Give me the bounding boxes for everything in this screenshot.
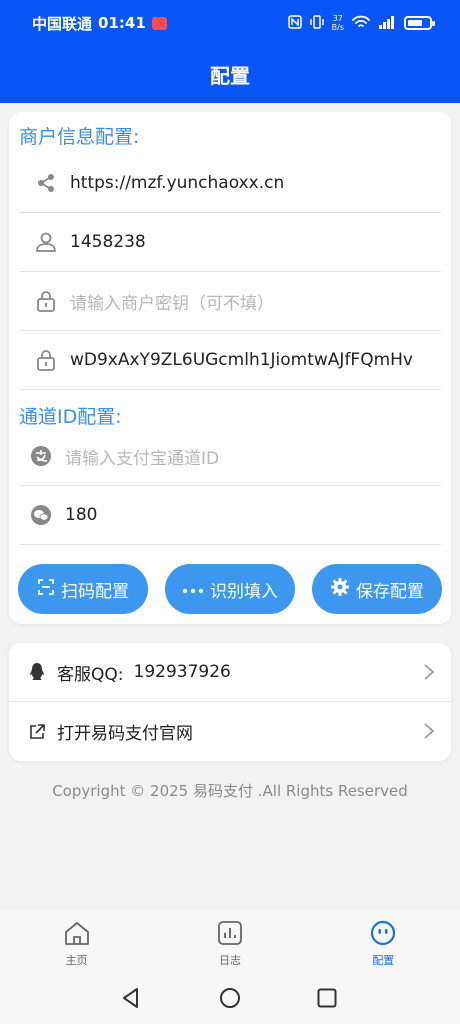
support-label: 客服QQ: — [57, 664, 124, 685]
merchant-key-placeholder[interactable]: 请输入商户密钥（可不填） — [70, 289, 274, 314]
external-link-icon — [26, 721, 48, 743]
secret-field[interactable]: wD9xAxY9ZL6UGcmlh1JiomtwAJfFQmHv — [19, 331, 441, 390]
merchant-id-field[interactable]: 1458238 — [19, 213, 441, 272]
scan-config-label: 扫码配置 — [61, 581, 129, 602]
tab-log-label: 日志 — [218, 954, 241, 967]
bar-chart-icon — [217, 920, 243, 949]
network-speed: 37 B/s — [331, 14, 344, 32]
gear-icon — [330, 577, 350, 602]
status-bar: 中国联通 01:41 37 B/s — [32, 12, 435, 34]
home-icon — [63, 920, 91, 949]
scan-config-button[interactable]: 扫码配置 — [18, 564, 148, 614]
signal-icon — [378, 15, 396, 32]
share-icon — [34, 171, 58, 195]
wifi-icon — [352, 15, 370, 32]
secret-value[interactable]: wD9xAxY9ZL6UGcmlh1JiomtwAJfFQmHv — [70, 350, 413, 370]
system-navigation-bar — [0, 970, 460, 1024]
tab-home-label: 主页 — [65, 954, 88, 967]
clock: 01:41 — [98, 14, 146, 32]
tab-config-label: 配置 — [372, 954, 395, 967]
channel-section-title: 通道ID配置: — [19, 406, 122, 428]
recognize-fill-button[interactable]: 识别填入 — [165, 564, 295, 614]
wechat-channel-field[interactable]: 180 — [19, 486, 441, 545]
copyright-text: Copyright © 2025 易码支付 .All Rights Reserv… — [52, 782, 408, 800]
back-icon[interactable] — [120, 987, 142, 1013]
save-config-button[interactable]: 保存配置 — [312, 564, 442, 614]
top-app-bar: 中国联通 01:41 37 B/s 配置 — [0, 0, 460, 103]
recents-icon[interactable] — [316, 987, 338, 1013]
user-icon — [34, 230, 58, 254]
merchant-key-field[interactable]: 请输入商户密钥（可不填） — [19, 272, 441, 331]
tab-log[interactable]: 日志 — [153, 910, 306, 970]
api-url-value[interactable]: https://mzf.yunchaoxx.cn — [70, 173, 284, 193]
vibrate-icon — [309, 14, 324, 32]
bottom-tab-bar: 主页 日志 配置 — [0, 910, 460, 970]
open-website-row[interactable]: 打开易码支付官网 — [9, 702, 451, 761]
chevron-right-icon — [423, 722, 435, 744]
nfc-icon — [287, 14, 302, 32]
tab-home[interactable]: 主页 — [0, 910, 153, 970]
lock-icon — [34, 289, 58, 313]
alipay-icon — [29, 444, 53, 468]
config-card: 商户信息配置: https://mzf.yunchaoxx.cn 1458238… — [9, 112, 451, 624]
api-url-field[interactable]: https://mzf.yunchaoxx.cn — [19, 154, 441, 213]
home-circle-icon[interactable] — [219, 987, 241, 1013]
chevron-right-icon — [423, 663, 435, 685]
merchant-id-value[interactable]: 1458238 — [70, 232, 146, 252]
more-dots-icon — [182, 579, 204, 599]
tab-config[interactable]: 配置 — [307, 910, 460, 970]
message-notification-icon — [151, 16, 167, 30]
wechat-channel-value[interactable]: 180 — [65, 505, 97, 525]
alipay-channel-field[interactable]: 请输入支付宝通道ID — [19, 427, 441, 486]
save-config-label: 保存配置 — [356, 581, 424, 602]
qq-penguin-icon — [26, 661, 48, 683]
scan-icon — [37, 578, 55, 601]
support-qq-number: 192937926 — [133, 662, 231, 682]
open-website-label: 打开易码支付官网 — [57, 724, 193, 744]
lock-icon — [34, 348, 58, 372]
recognize-fill-label: 识别填入 — [210, 581, 278, 602]
smiley-config-icon — [369, 920, 397, 949]
customer-service-row[interactable]: 客服QQ: 192937926 — [9, 643, 451, 702]
merchant-section-title: 商户信息配置: — [19, 126, 140, 148]
battery-icon — [404, 16, 435, 30]
page-title: 配置 — [210, 64, 250, 88]
carrier: 中国联通 — [32, 14, 93, 33]
alipay-channel-placeholder[interactable]: 请输入支付宝通道ID — [65, 444, 219, 469]
wechat-icon — [29, 503, 53, 527]
links-card: 客服QQ: 192937926 打开易码支付官网 — [9, 643, 451, 761]
